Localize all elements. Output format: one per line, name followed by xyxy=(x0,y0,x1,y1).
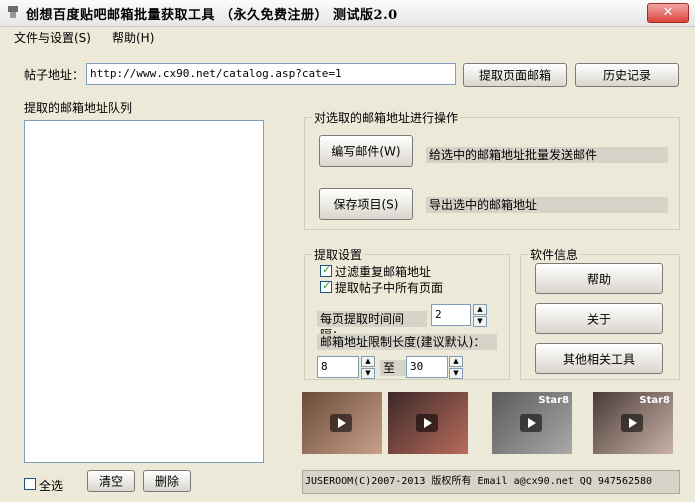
length-to-label: 至 xyxy=(380,360,406,376)
thumbnail-tag: Star8 xyxy=(538,395,569,406)
compose-mail-description: 给选中的邮箱地址批量发送邮件 xyxy=(426,147,668,163)
main-window: 创想百度贴吧邮箱批量获取工具 （永久免费注册） 测试版2.0 ✕ 文件与设置(S… xyxy=(0,0,695,502)
interval-label: 每页提取时间间隔： xyxy=(317,311,427,342)
select-all-label: 全选 xyxy=(39,479,64,493)
play-icon xyxy=(520,414,542,432)
check-icon: ✓ xyxy=(322,263,332,276)
spin-down-icon[interactable]: ▼ xyxy=(361,368,375,379)
play-icon xyxy=(330,414,352,432)
play-icon xyxy=(621,414,643,432)
post-url-input[interactable]: http://www.cx90.net/catalog.asp?cate=1 xyxy=(86,63,456,85)
clear-button-label: 清空 xyxy=(98,474,123,489)
about-button[interactable]: 关于 xyxy=(535,303,663,334)
extract-emails-button-label: 提取页面邮箱 xyxy=(478,68,551,83)
video-thumbnail[interactable] xyxy=(388,392,468,454)
help-button[interactable]: 帮助 xyxy=(535,263,663,294)
extract-emails-button[interactable]: 提取页面邮箱 xyxy=(463,63,567,87)
length-max-input[interactable]: 30 xyxy=(406,356,448,378)
spin-up-icon[interactable]: ▲ xyxy=(361,356,375,367)
delete-button-label: 删除 xyxy=(154,474,179,489)
filter-duplicates-checkbox[interactable]: ✓ xyxy=(320,263,332,277)
operations-title: 对选取的邮箱地址进行操作 xyxy=(312,109,461,126)
extract-settings-title: 提取设置 xyxy=(312,246,365,263)
other-tools-button[interactable]: 其他相关工具 xyxy=(535,343,663,374)
select-all-checkbox[interactable] xyxy=(24,478,36,490)
spin-up-icon[interactable]: ▲ xyxy=(473,304,487,315)
menu-file-settings[interactable]: 文件与设置(S) xyxy=(14,29,91,46)
menu-help[interactable]: 帮助(H) xyxy=(112,29,154,46)
clear-button[interactable]: 清空 xyxy=(87,470,135,492)
interval-input[interactable]: 2 xyxy=(431,304,471,326)
interval-spinner[interactable]: ▲ ▼ xyxy=(473,304,487,327)
close-button[interactable]: ✕ xyxy=(647,3,689,23)
history-button[interactable]: 历史记录 xyxy=(575,63,679,87)
video-thumbnail[interactable] xyxy=(302,392,382,454)
delete-button[interactable]: 删除 xyxy=(143,470,191,492)
title-bar: 创想百度贴吧邮箱批量获取工具 （永久免费注册） 测试版2.0 ✕ xyxy=(0,0,695,27)
copyright-status-bar: JUSEROOM(C)2007-2013 版权所有 Email a@cx90.n… xyxy=(302,470,680,494)
save-project-description: 导出选中的邮箱地址 xyxy=(426,197,668,213)
all-pages-label: 提取帖子中所有页面 xyxy=(335,281,444,295)
spin-down-icon[interactable]: ▼ xyxy=(473,316,487,327)
check-icon: ✓ xyxy=(322,279,332,292)
spin-up-icon[interactable]: ▲ xyxy=(449,356,463,367)
post-url-label: 帖子地址： xyxy=(24,68,85,82)
filter-duplicates-label: 过滤重复邮箱地址 xyxy=(335,265,432,279)
compose-mail-button-label: 编写邮件(W) xyxy=(331,144,401,159)
length-min-input[interactable]: 8 xyxy=(317,356,359,378)
length-min-spinner[interactable]: ▲ ▼ xyxy=(361,356,375,379)
software-info-title: 软件信息 xyxy=(528,246,581,263)
compose-mail-button[interactable]: 编写邮件(W) xyxy=(319,135,413,167)
menu-bar: 文件与设置(S) 帮助(H) xyxy=(0,27,695,47)
history-button-label: 历史记录 xyxy=(602,68,651,83)
save-project-button-label: 保存项目(S) xyxy=(333,197,399,212)
length-limit-label: 邮箱地址限制长度(建议默认)： xyxy=(317,334,497,350)
window-title: 创想百度贴吧邮箱批量获取工具 （永久免费注册） 测试版2.0 xyxy=(26,8,398,23)
save-project-button[interactable]: 保存项目(S) xyxy=(319,188,413,220)
help-button-label: 帮助 xyxy=(586,272,611,286)
video-thumbnail[interactable]: Star8 xyxy=(593,392,673,454)
other-tools-button-label: 其他相关工具 xyxy=(562,352,635,366)
about-button-label: 关于 xyxy=(586,312,611,326)
length-max-spinner[interactable]: ▲ ▼ xyxy=(449,356,463,379)
video-thumbnail[interactable]: Star8 xyxy=(492,392,572,454)
email-queue-list[interactable] xyxy=(24,120,264,463)
spin-down-icon[interactable]: ▼ xyxy=(449,368,463,379)
thumbnail-tag: Star8 xyxy=(639,395,670,406)
all-pages-checkbox[interactable]: ✓ xyxy=(320,279,332,293)
app-icon xyxy=(8,6,18,18)
email-queue-title: 提取的邮箱地址队列 xyxy=(24,101,133,115)
play-icon xyxy=(416,414,438,432)
